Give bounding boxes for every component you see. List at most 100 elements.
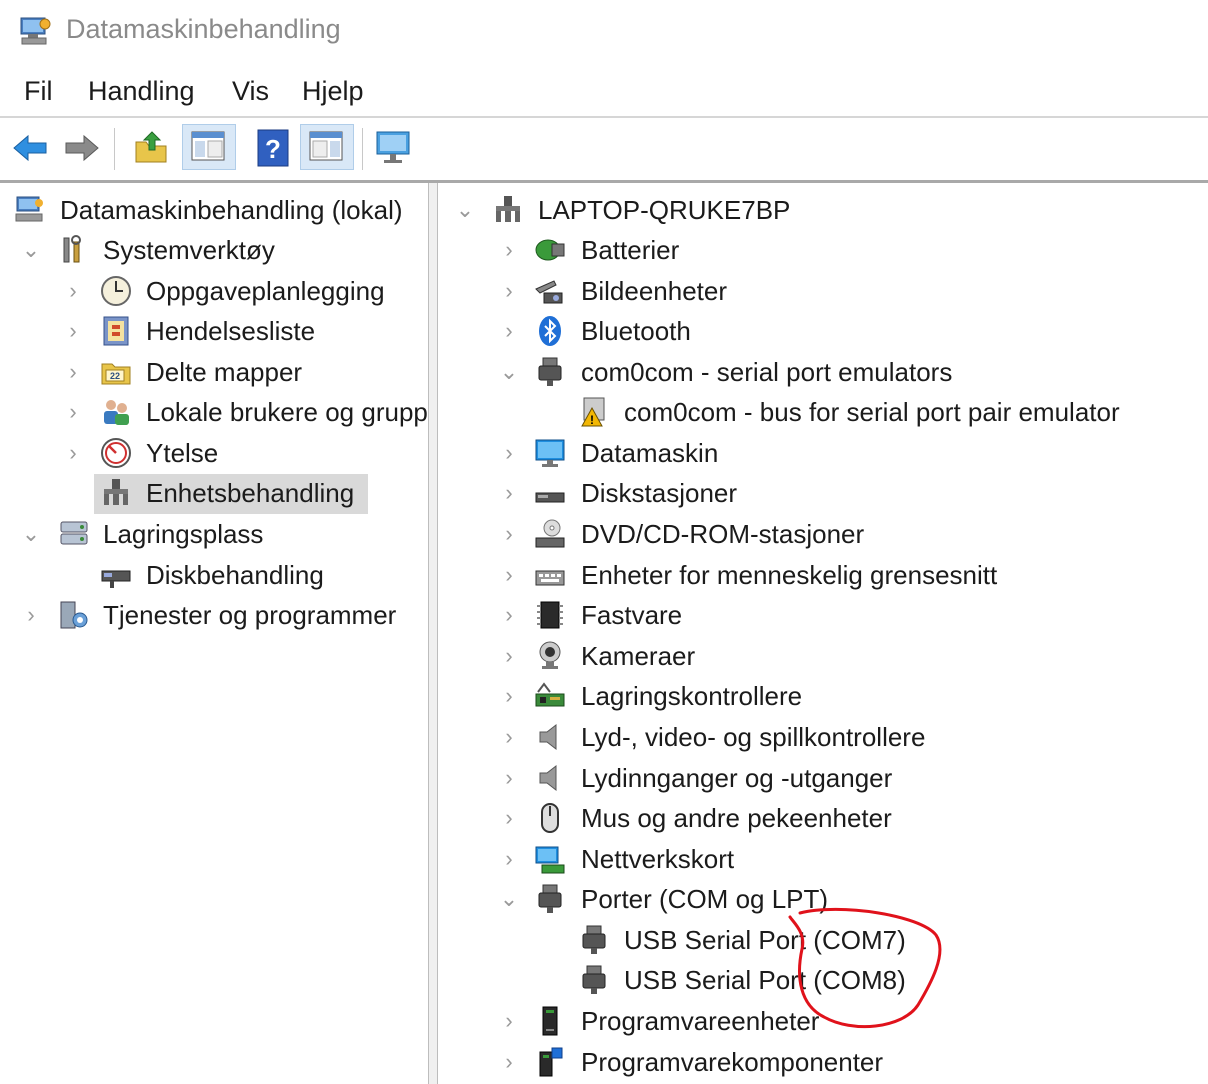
- tree-item-ytelse[interactable]: › Ytelse: [0, 434, 428, 474]
- chevron-right-icon[interactable]: ›: [498, 1006, 520, 1036]
- toolbar-separator: [114, 128, 115, 170]
- chevron-down-icon[interactable]: ⌄: [498, 884, 520, 914]
- tree-item-lokale-brukere[interactable]: › Lokale brukere og grupper: [0, 393, 428, 433]
- warning-device-icon: !: [581, 397, 605, 427]
- help-icon[interactable]: ?: [256, 128, 290, 168]
- chevron-right-icon[interactable]: ›: [498, 519, 520, 549]
- device-category-diskstasjoner[interactable]: › Diskstasjoner: [438, 474, 1208, 514]
- device-label: Batterier: [581, 235, 680, 265]
- pane-splitter[interactable]: [428, 183, 438, 1084]
- battery-icon: [535, 239, 565, 261]
- chevron-down-icon[interactable]: ⌄: [20, 519, 42, 549]
- chevron-right-icon[interactable]: ›: [498, 803, 520, 833]
- tree-label: Oppgaveplanlegging: [146, 276, 385, 306]
- device-label: com0com - serial port emulators: [581, 357, 953, 387]
- tools-icon: [63, 235, 81, 263]
- chevron-right-icon[interactable]: ›: [498, 844, 520, 874]
- chevron-down-icon[interactable]: ⌄: [20, 235, 42, 265]
- chevron-right-icon[interactable]: ›: [498, 600, 520, 630]
- device-category-fastvare[interactable]: › Fastvare: [438, 596, 1208, 636]
- device-category-batterier[interactable]: › Batterier: [438, 231, 1208, 271]
- menu-fil[interactable]: Fil: [24, 76, 53, 107]
- chevron-right-icon[interactable]: ›: [498, 560, 520, 590]
- device-label: Lagringskontrollere: [581, 681, 803, 711]
- chevron-right-icon[interactable]: ›: [62, 316, 84, 346]
- tree-item-lagringsplass[interactable]: ⌄ Lagringsplass: [0, 515, 428, 555]
- chevron-down-icon[interactable]: ⌄: [454, 195, 476, 225]
- back-icon[interactable]: [10, 128, 50, 168]
- device-com0com-bus[interactable]: ! com0com - bus for serial port pair emu…: [438, 393, 1208, 433]
- device-category-kameraer[interactable]: › Kameraer: [438, 637, 1208, 677]
- tree-item-tjenester[interactable]: › Tjenester og programmer: [0, 596, 428, 636]
- chevron-right-icon[interactable]: ›: [498, 641, 520, 671]
- svg-text:22: 22: [110, 371, 120, 381]
- show-hide-action-pane-button[interactable]: [300, 124, 354, 170]
- forward-icon[interactable]: [62, 128, 102, 168]
- tree-item-root[interactable]: Datamaskinbehandling (lokal): [0, 191, 428, 231]
- shared-folder-icon: 22: [101, 363, 131, 385]
- device-label: LAPTOP-QRUKE7BP: [538, 195, 791, 225]
- menu-bar: Fil Handling Vis Hjelp: [0, 72, 1208, 118]
- tree-item-diskbehandling[interactable]: Diskbehandling: [0, 556, 428, 596]
- tree-item-delte-mapper[interactable]: › 22 Delte mapper: [0, 353, 428, 393]
- port-icon: [538, 884, 562, 913]
- tree-item-systemverktoy[interactable]: ⌄ Systemverktøy: [0, 231, 428, 271]
- chevron-right-icon[interactable]: ›: [20, 600, 42, 630]
- device-category-lyd-video[interactable]: › Lyd-, video- og spillkontrollere: [438, 718, 1208, 758]
- toolbar: ?: [0, 118, 1208, 183]
- tree-label: Lagringsplass: [103, 519, 264, 549]
- up-folder-icon[interactable]: [132, 128, 172, 168]
- tree-label: Enhetsbehandling: [146, 478, 355, 508]
- device-category-com0com[interactable]: ⌄ com0com - serial port emulators: [438, 353, 1208, 393]
- chevron-right-icon[interactable]: ›: [62, 276, 84, 306]
- chevron-right-icon[interactable]: ›: [498, 681, 520, 711]
- device-label: com0com - bus for serial port pair emula…: [624, 397, 1120, 427]
- device-category-hid[interactable]: › Enheter for menneskelig grensesnitt: [438, 556, 1208, 596]
- network-adapter-icon: [535, 846, 565, 874]
- chevron-right-icon[interactable]: ›: [498, 276, 520, 306]
- chevron-right-icon[interactable]: ›: [498, 722, 520, 752]
- console-tree-icon: [191, 131, 225, 161]
- device-label: DVD/CD-ROM-stasjoner: [581, 519, 865, 549]
- chevron-down-icon[interactable]: ⌄: [498, 357, 520, 387]
- clock-icon: [101, 276, 131, 306]
- device-category-bluetooth[interactable]: › Bluetooth: [438, 312, 1208, 352]
- chevron-right-icon[interactable]: ›: [498, 1047, 520, 1077]
- device-label: Enheter for menneskelig grensesnitt: [581, 560, 998, 590]
- chevron-right-icon[interactable]: ›: [498, 316, 520, 346]
- device-category-lagringskontrollere[interactable]: › Lagringskontrollere: [438, 677, 1208, 717]
- tree-item-oppgaveplanlegging[interactable]: › Oppgaveplanlegging: [0, 272, 428, 312]
- computer-node-icon: [496, 196, 520, 222]
- menu-handling[interactable]: Handling: [88, 76, 195, 107]
- storage-icon: [60, 521, 88, 545]
- chevron-right-icon[interactable]: ›: [62, 357, 84, 387]
- monitor-icon[interactable]: [374, 128, 414, 168]
- tree-label: Delte mapper: [146, 357, 303, 387]
- menu-vis[interactable]: Vis: [232, 76, 269, 107]
- device-category-nettverkskort[interactable]: › Nettverkskort: [438, 840, 1208, 880]
- mouse-icon: [541, 803, 559, 833]
- software-device-icon: [542, 1006, 558, 1036]
- tree-label: Systemverktøy: [103, 235, 275, 265]
- device-category-mus[interactable]: › Mus og andre pekeenheter: [438, 799, 1208, 839]
- chevron-right-icon[interactable]: ›: [62, 438, 84, 468]
- chevron-right-icon[interactable]: ›: [498, 763, 520, 793]
- chevron-right-icon[interactable]: ›: [62, 397, 84, 427]
- device-category-programvarekomponenter[interactable]: › Programvarekomponenter: [438, 1043, 1208, 1083]
- show-hide-console-tree-button[interactable]: [182, 124, 236, 170]
- menu-hjelp[interactable]: Hjelp: [302, 76, 364, 107]
- audio-io-icon: [539, 764, 557, 792]
- chevron-right-icon[interactable]: ›: [498, 478, 520, 508]
- device-category-datamaskin[interactable]: › Datamaskin: [438, 434, 1208, 474]
- tree-item-hendelsesliste[interactable]: › Hendelsesliste: [0, 312, 428, 352]
- device-label: Fastvare: [581, 600, 683, 630]
- tree-item-enhetsbehandling[interactable]: Enhetsbehandling: [0, 474, 428, 514]
- device-category-lydinnganger[interactable]: › Lydinnganger og -utganger: [438, 759, 1208, 799]
- device-category-bildeenheter[interactable]: › Bildeenheter: [438, 272, 1208, 312]
- chevron-right-icon[interactable]: ›: [498, 235, 520, 265]
- device-computer-node[interactable]: ⌄ LAPTOP-QRUKE7BP: [438, 191, 1208, 231]
- chevron-right-icon[interactable]: ›: [498, 438, 520, 468]
- monitor-icon: [535, 439, 565, 467]
- svg-text:?: ?: [265, 134, 281, 164]
- device-category-dvd[interactable]: › DVD/CD-ROM-stasjoner: [438, 515, 1208, 555]
